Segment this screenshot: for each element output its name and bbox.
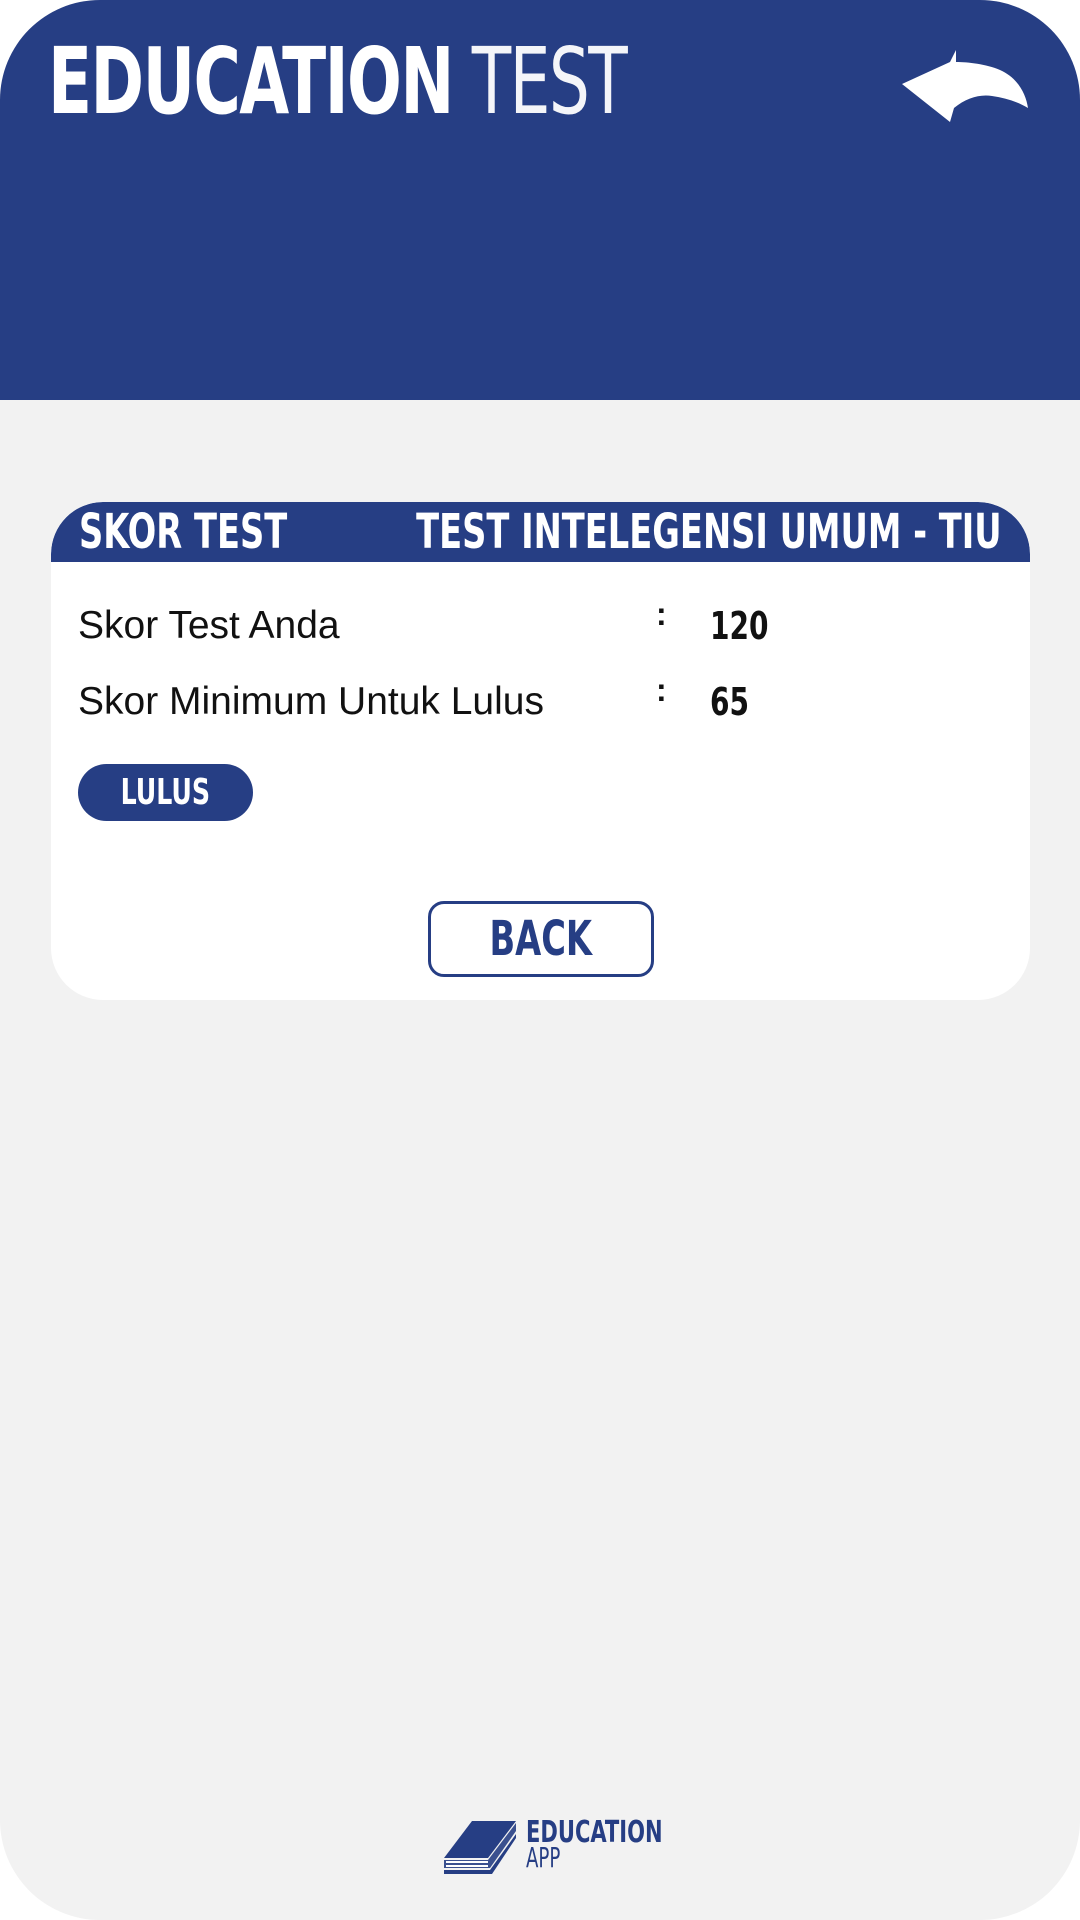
app-title-strong: EDUCATION xyxy=(48,28,454,135)
minimum-score-row: Skor Minimum Untuk Lulus : 65 xyxy=(78,672,998,740)
status-badge: LULUS xyxy=(78,764,253,821)
score-value: 120 xyxy=(710,604,769,648)
back-button-label: BACK xyxy=(489,911,593,967)
app-title-light: TEST xyxy=(471,28,628,135)
book-icon xyxy=(444,1821,516,1874)
back-arrow-icon[interactable] xyxy=(900,48,1030,126)
score-card-title: SKOR TEST xyxy=(79,504,288,560)
footer-logo: EDUCATION APP xyxy=(444,1818,663,1874)
back-button[interactable]: BACK xyxy=(428,901,654,977)
status-label: LULUS xyxy=(120,772,211,813)
score-label: Skor Test Anda xyxy=(78,604,340,647)
app-title: EDUCATION TEST xyxy=(48,36,628,128)
minimum-score-label: Skor Minimum Untuk Lulus xyxy=(78,680,544,723)
score-card-header: SKOR TEST TEST INTELEGENSI UMUM - TIU xyxy=(51,502,1030,562)
test-name: TEST INTELEGENSI UMUM - TIU xyxy=(416,504,1002,560)
minimum-score-colon: : xyxy=(656,672,667,708)
header-bar: EDUCATION TEST xyxy=(0,0,1080,400)
score-colon: : xyxy=(656,596,667,632)
logo-subtitle: APP xyxy=(526,1841,561,1874)
minimum-score-value: 65 xyxy=(710,680,750,724)
app-screen: EDUCATION TEST SKOR TEST TEST INTELEGENS… xyxy=(0,0,1080,1920)
score-row: Skor Test Anda : 120 xyxy=(78,596,998,664)
